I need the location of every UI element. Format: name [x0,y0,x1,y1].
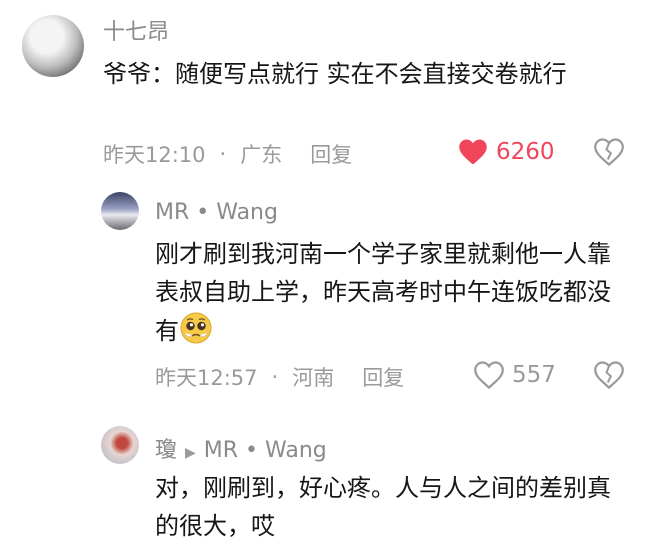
dislike-button[interactable] [594,361,624,393]
comment-meta: 昨天12:10 · 广东 回复 [103,139,352,169]
heart-filled-icon [459,139,487,165]
like-count: 557 [512,362,556,388]
comment-text: 对，刚刷到，好心疼。人与人之间的差别真的很大，哎 [155,474,611,540]
heart-outline-icon [474,361,504,389]
reply-button[interactable]: 回复 [362,362,404,392]
reply-arrow-icon: ▶ [185,445,196,461]
avatar[interactable] [22,15,84,77]
dislike-button[interactable] [594,138,624,170]
reply-header: 瓊 ▶ MR • Wang [155,432,327,464]
author-name[interactable]: 瓊 [155,438,177,463]
comment-meta: 昨天12:57 · 河南 回复 [155,362,404,392]
reply-to-name[interactable]: MR • Wang [204,438,327,463]
comment-text-content: 刚才刷到我河南一个学子家里就剩他一人靠表叔自助上学，昨天高考时中午连饭吃都没有 [155,240,611,345]
broken-heart-icon [594,361,624,389]
comment-text: 爷爷：随便写点就行 实在不会直接交卷就行 [103,60,567,88]
location: 河南 [292,366,335,390]
timestamp: 昨天12:10 [103,143,206,167]
author-name[interactable]: MR • Wang [155,200,278,225]
broken-heart-icon [594,138,624,166]
author-name[interactable]: 十七昂 [103,14,169,46]
avatar[interactable] [101,426,139,464]
like-button[interactable]: 557 [474,361,556,389]
like-count: 6260 [496,139,555,165]
reply-button[interactable]: 回复 [310,139,352,169]
location: 广东 [240,143,283,167]
separator-dot: · [271,365,279,389]
pleading-face-emoji-icon [180,312,212,344]
avatar[interactable] [101,192,139,230]
comment-text: 刚才刷到我河南一个学子家里就剩他一人靠表叔自助上学，昨天高考时中午连饭吃都没有 [155,235,630,350]
timestamp: 昨天12:57 [155,366,258,390]
separator-dot: · [219,142,227,166]
like-button[interactable]: 6260 [458,138,555,166]
